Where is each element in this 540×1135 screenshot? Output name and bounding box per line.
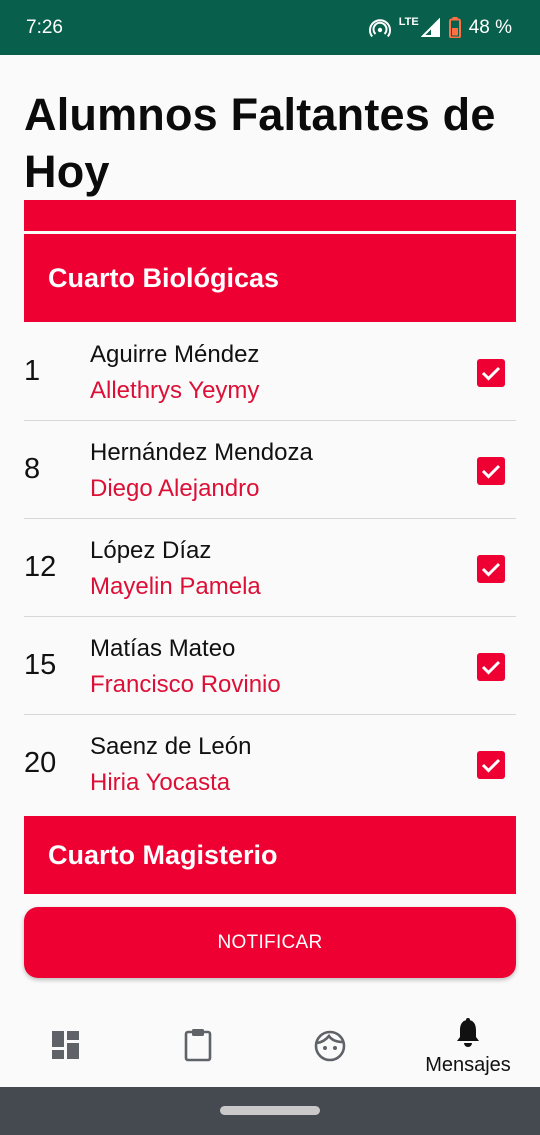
face-icon [314, 1030, 346, 1062]
gesture-handle[interactable] [220, 1106, 320, 1115]
notify-button[interactable]: NOTIFICAR [24, 907, 516, 978]
absent-checkbox[interactable] [477, 359, 505, 387]
check-icon [481, 758, 501, 773]
hotspot-icon [368, 18, 391, 37]
signal-icon [420, 17, 440, 37]
system-navigation-bar [0, 1087, 540, 1135]
nav-label-messages: Mensajes [425, 1054, 511, 1076]
student-row[interactable]: 8 Hernández Mendoza Diego Alejandro [24, 421, 516, 519]
check-icon [481, 366, 501, 381]
network-type: LTE [398, 15, 419, 28]
battery-percent: 48 % [468, 16, 512, 38]
student-last-name: Saenz de León [90, 733, 252, 760]
section-title: Cuarto Magisterio [48, 839, 278, 870]
student-first-name: Allethrys Yeymy [90, 377, 260, 404]
section-top-strip [24, 200, 516, 231]
student-last-name: Aguirre Méndez [90, 341, 260, 368]
student-list: 1 Aguirre Méndez Allethrys Yeymy 8 Herná… [24, 323, 516, 813]
check-icon [481, 660, 501, 675]
check-icon [481, 464, 501, 479]
student-last-name: Matías Mateo [90, 635, 236, 662]
student-number: 8 [24, 453, 41, 485]
absent-checkbox[interactable] [477, 653, 505, 681]
section-header[interactable]: Cuarto Magisterio [24, 816, 516, 894]
student-number: 20 [24, 747, 57, 779]
section-title: Cuarto Biológicas [48, 262, 280, 293]
student-number: 15 [24, 649, 57, 681]
section-header[interactable]: Cuarto Biológicas [24, 234, 516, 322]
check-icon [481, 562, 501, 577]
student-first-name: Diego Alejandro [90, 475, 260, 502]
student-last-name: Hernández Mendoza [90, 439, 313, 466]
bell-icon [457, 1018, 479, 1047]
student-row[interactable]: 15 Matías Mateo Francisco Rovinio [24, 617, 516, 715]
student-number: 12 [24, 551, 57, 583]
nav-item-dashboard[interactable] [38, 1000, 94, 1087]
student-row[interactable]: 1 Aguirre Méndez Allethrys Yeymy [24, 323, 516, 421]
student-first-name: Hiria Yocasta [90, 769, 231, 796]
student-row[interactable]: 20 Saenz de León Hiria Yocasta [24, 715, 516, 813]
absent-checkbox[interactable] [477, 751, 505, 779]
status-bar: 7:26 LTE 48 % [0, 0, 540, 55]
student-first-name: Francisco Rovinio [90, 671, 281, 698]
student-number: 1 [24, 355, 41, 387]
clipboard-icon [184, 1029, 212, 1062]
status-icons: LTE 48 % [368, 15, 512, 39]
absent-checkbox[interactable] [477, 555, 505, 583]
battery-icon [448, 17, 461, 38]
nav-item-messages[interactable]: Mensajes [410, 1000, 526, 1087]
absent-checkbox[interactable] [477, 457, 505, 485]
student-first-name: Mayelin Pamela [90, 573, 261, 600]
bottom-nav: Mensajes [0, 1000, 540, 1087]
nav-item-students[interactable] [302, 1000, 358, 1087]
student-last-name: López Díaz [90, 537, 212, 564]
dashboard-icon [52, 1031, 79, 1059]
page-title: Alumnos Faltantes de Hoy [24, 89, 496, 197]
nav-item-tasks[interactable] [170, 1000, 226, 1087]
status-time: 7:26 [26, 16, 63, 38]
student-row[interactable]: 12 López Díaz Mayelin Pamela [24, 519, 516, 617]
